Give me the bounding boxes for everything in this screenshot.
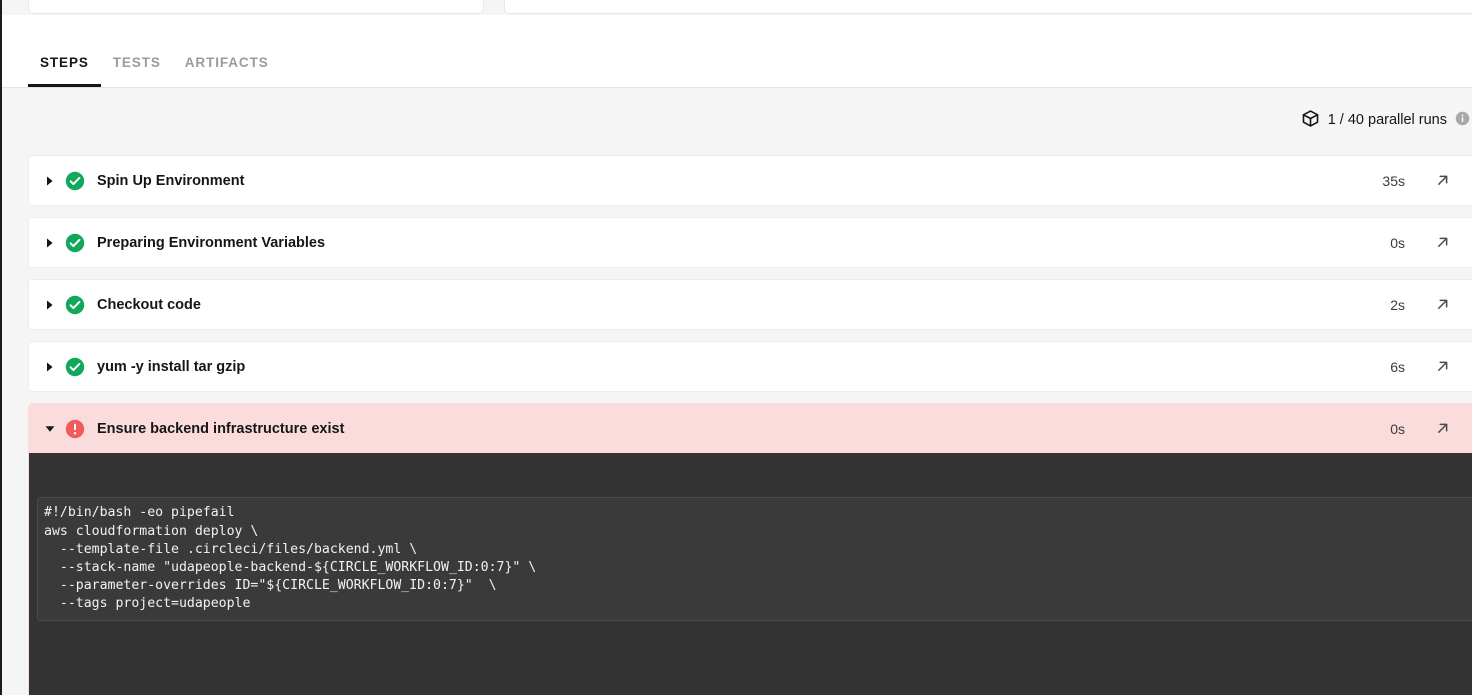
step-row[interactable]: Spin Up Environment 35s: [28, 155, 1472, 206]
step-duration: 35s: [1382, 172, 1405, 189]
step-row[interactable]: Checkout code 2s: [28, 279, 1472, 330]
terminal-spacer: [29, 657, 1472, 684]
step-name: Checkout code: [97, 296, 201, 313]
terminal-command-block: #!/bin/bash -eo pipefail aws cloudformat…: [37, 497, 1472, 621]
download-icon[interactable]: [1461, 224, 1472, 262]
step-name: Ensure backend infrastructure exist: [97, 420, 345, 437]
check-circle-icon: [65, 171, 85, 191]
summary-card-left: [28, 0, 484, 14]
step-row[interactable]: Preparing Environment Variables 0s: [28, 217, 1472, 268]
external-link-icon[interactable]: [1423, 224, 1461, 262]
tab-steps[interactable]: STEPS: [28, 55, 101, 87]
step-header[interactable]: Checkout code 2s: [29, 280, 1472, 329]
caret-right-icon[interactable]: [43, 300, 57, 310]
download-icon[interactable]: [1461, 162, 1472, 200]
external-link-icon[interactable]: [1423, 348, 1461, 386]
external-link-icon[interactable]: [1423, 410, 1461, 448]
tab-artifacts[interactable]: ARTIFACTS: [173, 55, 281, 87]
left-edge-rail: [0, 0, 2, 695]
download-icon[interactable]: [1461, 410, 1472, 448]
step-header[interactable]: Spin Up Environment 35s: [29, 156, 1472, 205]
step-output-terminal[interactable]: #!/bin/bash -eo pipefail aws cloudformat…: [29, 453, 1472, 695]
caret-right-icon[interactable]: [43, 362, 57, 372]
parallel-runs-label: 1 / 40 parallel runs: [1327, 112, 1447, 128]
step-duration: 0s: [1390, 234, 1405, 251]
step-row-failed[interactable]: Ensure backend infrastructure exist 0s #…: [28, 403, 1472, 695]
step-header[interactable]: Preparing Environment Variables 0s: [29, 218, 1472, 267]
job-tab-bar: STEPS TESTS ARTIFACTS: [2, 15, 1472, 88]
summary-cards-row: [0, 0, 1472, 14]
parallel-runs-selector[interactable]: 1 / 40 parallel runs: [1301, 109, 1470, 132]
step-name: Preparing Environment Variables: [97, 234, 326, 251]
cube-icon: [1301, 109, 1320, 132]
caret-down-icon[interactable]: [43, 425, 57, 433]
step-list: Spin Up Environment 35s Preparing Enviro…: [28, 155, 1472, 695]
step-duration: 0s: [1390, 420, 1405, 437]
step-duration: 6s: [1390, 358, 1405, 375]
parallel-runs-strip: 1 / 40 parallel runs: [2, 89, 1472, 151]
download-icon[interactable]: [1461, 348, 1472, 386]
step-name: Spin Up Environment: [97, 172, 245, 189]
step-header[interactable]: yum -y install tar gzip 6s: [29, 342, 1472, 391]
tab-tests[interactable]: TESTS: [101, 55, 173, 87]
tab-list: STEPS TESTS ARTIFACTS: [2, 15, 1472, 87]
step-row[interactable]: yum -y install tar gzip 6s: [28, 341, 1472, 392]
check-circle-icon: [65, 357, 85, 377]
step-header[interactable]: Ensure backend infrastructure exist 0s: [29, 404, 1472, 453]
check-circle-icon: [65, 233, 85, 253]
step-name: yum -y install tar gzip: [97, 358, 246, 375]
caret-right-icon[interactable]: [43, 176, 57, 186]
info-icon[interactable]: [1455, 111, 1470, 130]
download-icon[interactable]: [1461, 286, 1472, 324]
check-circle-icon: [65, 295, 85, 315]
step-duration: 2s: [1390, 296, 1405, 313]
alert-circle-icon: [65, 419, 85, 439]
external-link-icon[interactable]: [1423, 162, 1461, 200]
summary-card-right: [504, 0, 1472, 14]
caret-right-icon[interactable]: [43, 238, 57, 248]
external-link-icon[interactable]: [1423, 286, 1461, 324]
